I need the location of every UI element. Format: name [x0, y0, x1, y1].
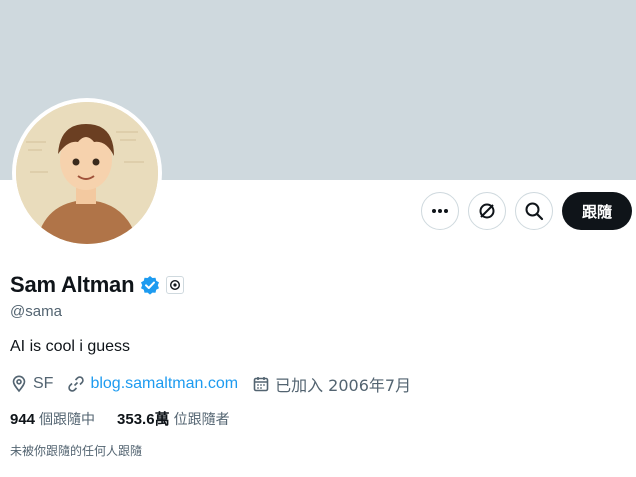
profile-bio: AI is cool i guess: [10, 338, 131, 355]
followers-count: 353.6萬: [117, 411, 170, 428]
not-followed-by-anyone-text: 未被你跟隨的任何人跟隨: [10, 444, 143, 458]
joined-item: 已加入 2006年7月: [252, 372, 411, 396]
website-item[interactable]: blog.samaltman.com: [67, 375, 238, 393]
follow-button[interactable]: 跟隨: [561, 192, 632, 230]
location-pin-icon: [12, 375, 26, 393]
website-link[interactable]: blog.samaltman.com: [90, 375, 238, 393]
grok-button[interactable]: [467, 192, 506, 230]
more-button[interactable]: [420, 192, 459, 230]
joined-date: 已加入 2006年7月: [275, 376, 412, 395]
follow-stats: 944 個跟隨中 353.6萬 位跟隨者: [10, 408, 252, 429]
calendar-icon: [253, 377, 269, 392]
followers-label: 位跟隨者: [173, 412, 230, 428]
search-icon: [525, 202, 544, 221]
following-count: 944: [10, 410, 36, 428]
name-row: Sam Altman: [10, 272, 185, 298]
openai-logo-icon: [170, 279, 181, 291]
location-item: SF: [10, 375, 53, 393]
search-button[interactable]: [514, 192, 553, 230]
profile-actions: 跟隨: [420, 192, 632, 230]
affiliate-badge[interactable]: [166, 276, 185, 294]
display-name: Sam Altman: [10, 272, 135, 297]
following-label: 個跟隨中: [39, 411, 96, 428]
avatar[interactable]: [12, 98, 162, 248]
profile-meta: SF blog.samaltman.com 已加入 2006年7月: [10, 372, 425, 396]
verified-badge-icon[interactable]: [140, 275, 160, 295]
following-link[interactable]: 944 個跟隨中: [10, 409, 95, 429]
avatar-image: [16, 102, 158, 244]
more-icon: [431, 209, 448, 213]
username-handle: @sama: [10, 303, 62, 320]
location-text: SF: [33, 375, 54, 392]
followers-link[interactable]: 353.6萬 位跟隨者: [117, 408, 230, 429]
grok-icon: [479, 203, 495, 219]
link-icon: [68, 376, 85, 392]
